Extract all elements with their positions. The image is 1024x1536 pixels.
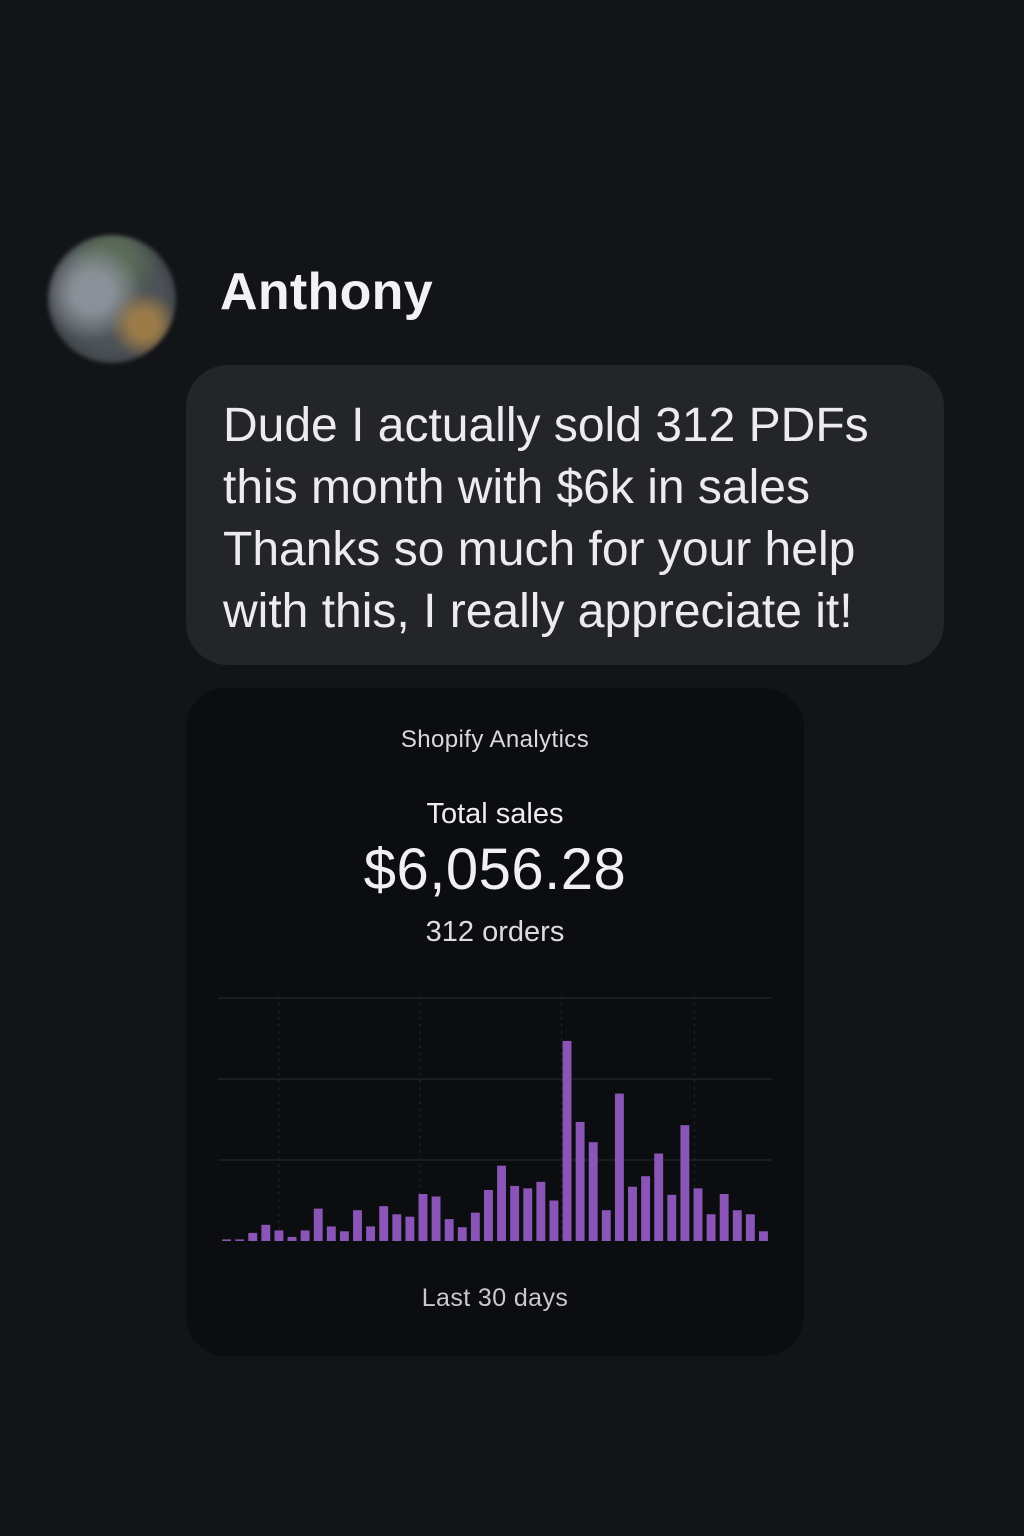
sender-name: Anthony <box>220 263 433 321</box>
chart-bar <box>326 1226 336 1241</box>
chart-bar <box>470 1212 480 1241</box>
chart-bar <box>745 1214 755 1241</box>
total-sales-label: Total sales <box>426 798 564 830</box>
chart-bar <box>339 1231 349 1241</box>
chart-bar <box>562 1040 572 1241</box>
avatar[interactable] <box>48 235 176 363</box>
total-sales-value: $6,056.28 <box>363 837 627 902</box>
chart-bar <box>431 1196 441 1241</box>
chart-bar <box>654 1153 664 1241</box>
message-bubble: Dude I actually sold 312 PDFs this month… <box>186 365 944 665</box>
chart-bar <box>706 1214 716 1241</box>
chart-bar <box>235 1239 245 1241</box>
chart-bar <box>628 1186 637 1241</box>
chart-bar <box>484 1189 493 1241</box>
chart-bar <box>549 1200 559 1241</box>
date-range-label: Last 30 days <box>421 1284 569 1312</box>
chart-bar <box>392 1214 402 1241</box>
chart-bar <box>222 1239 231 1241</box>
analytics-card[interactable]: Shopify Analytics Total sales $6,056.28 … <box>186 688 804 1356</box>
chart-bar <box>457 1227 467 1241</box>
chart-bar <box>300 1230 310 1241</box>
chart-bar <box>732 1210 742 1241</box>
chart-bar <box>680 1125 690 1241</box>
chart-bar <box>523 1188 533 1241</box>
chart-bar <box>379 1206 389 1241</box>
chart-bar <box>601 1210 611 1241</box>
sales-bar-chart <box>218 996 772 1241</box>
chart-bar <box>418 1194 428 1241</box>
chart-bar <box>667 1194 677 1241</box>
chart-bar <box>274 1230 284 1241</box>
chart-bars <box>222 1040 768 1241</box>
chart-bar <box>510 1185 520 1241</box>
chart-bar <box>444 1219 454 1241</box>
chart-bar <box>693 1188 703 1241</box>
chart-bar <box>248 1232 258 1241</box>
message-line: with this, I really appreciate it! <box>223 585 853 638</box>
chart-bar <box>588 1142 598 1241</box>
chart-bar <box>366 1226 376 1241</box>
chart-bar <box>719 1194 729 1241</box>
chart-bar <box>614 1093 624 1241</box>
chart-bar <box>575 1121 585 1241</box>
chart-bar <box>759 1231 768 1241</box>
message-line: Dude I actually sold 312 PDFs <box>223 399 869 452</box>
chart-bar <box>353 1210 362 1241</box>
chart-bar <box>497 1165 506 1241</box>
chart-bar <box>536 1181 546 1241</box>
chart-bar <box>313 1208 323 1241</box>
chart-bar <box>641 1176 651 1241</box>
chart-bar <box>287 1236 297 1241</box>
message-line: this month with $6k in sales <box>223 461 810 514</box>
message-line: Thanks so much for your help <box>223 523 856 576</box>
chart-bar <box>261 1224 271 1241</box>
orders-count: 312 orders <box>425 916 565 948</box>
chart-bar <box>405 1216 415 1241</box>
card-title: Shopify Analytics <box>400 726 590 753</box>
